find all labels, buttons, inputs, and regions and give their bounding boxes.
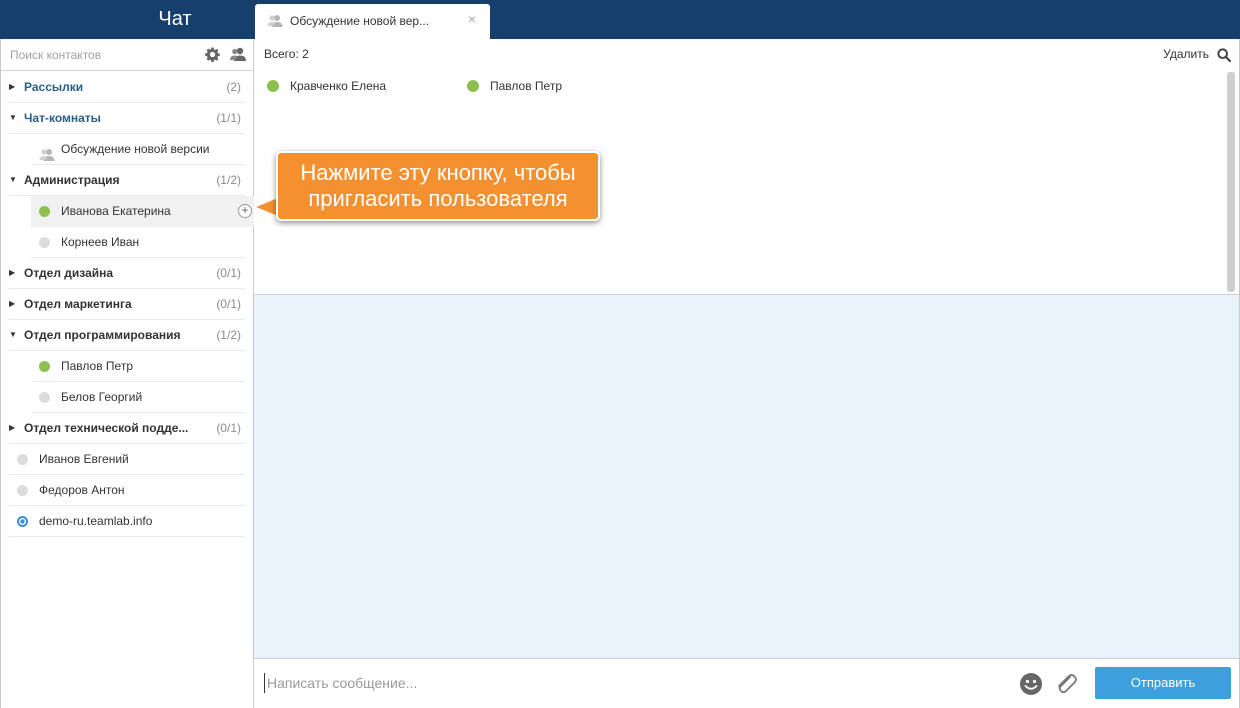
group-name: Отдел маркетинга (24, 297, 132, 311)
group-count: (0/1) (216, 297, 241, 311)
contact-item[interactable]: Федоров Антон (9, 475, 245, 506)
group-count: (1/2) (216, 328, 241, 342)
group-programming[interactable]: ▼ Отдел программирования (1/2) (9, 320, 245, 351)
contact-name: demo-ru.teamlab.info (39, 514, 153, 528)
group-count: (0/1) (216, 421, 241, 435)
online-status-icon (267, 80, 279, 92)
online-status-icon (39, 361, 50, 372)
smiley-icon[interactable] (1019, 672, 1043, 699)
online-status-icon (39, 206, 50, 217)
people-icon (267, 14, 283, 30)
members-total: Всего: 2 (264, 47, 309, 61)
caret-down-icon: ▼ (9, 113, 17, 122)
online-status-icon (467, 80, 479, 92)
group-administration[interactable]: ▼ Администрация (1/2) (9, 165, 245, 196)
contacts-sidebar: ▶ Рассылки (2) ▼ Чат-комнаты (1/1) Обсуж… (0, 39, 255, 708)
contact-name: Корнеев Иван (61, 235, 140, 249)
contact-item[interactable]: Иванова Екатерина (31, 196, 255, 227)
message-composer: Отправить (254, 658, 1239, 708)
caret-right-icon: ▶ (9, 268, 16, 277)
offline-status-icon (39, 237, 50, 248)
group-count: (1/1) (216, 111, 241, 125)
group-name: Рассылки (24, 80, 84, 94)
self-contact-item[interactable]: demo-ru.teamlab.info (9, 506, 245, 537)
send-button[interactable]: Отправить (1095, 667, 1231, 699)
contact-name: Белов Георгий (61, 390, 143, 404)
group-chatrooms[interactable]: ▼ Чат-комнаты (1/1) (9, 103, 245, 134)
callout-line: пригласить пользователя (308, 186, 568, 211)
contact-item[interactable]: Иванов Евгений (9, 444, 245, 475)
message-input[interactable] (264, 673, 964, 693)
caret-right-icon: ▶ (9, 82, 16, 91)
self-status-icon (17, 516, 28, 527)
group-name: Чат-комнаты (24, 111, 101, 125)
chat-main: Всего: 2 Удалить Кравченко Елена Павлов … (254, 39, 1240, 708)
paperclip-icon[interactable] (1053, 671, 1079, 700)
chatroom-item[interactable]: Обсуждение новой версии (31, 134, 245, 165)
caret-down-icon: ▼ (9, 175, 17, 184)
group-design[interactable]: ▶ Отдел дизайна (0/1) (9, 258, 245, 289)
member-name: Павлов Петр (490, 79, 562, 93)
chatroom-name: Обсуждение новой версии (61, 142, 210, 156)
callout-pointer (256, 198, 278, 216)
group-marketing[interactable]: ▶ Отдел маркетинга (0/1) (9, 289, 245, 320)
group-count: (1/2) (216, 173, 241, 187)
callout-line: Нажмите эту кнопку, чтобы (300, 160, 576, 185)
invite-hint-callout: Нажмите эту кнопку, чтобы пригласить пол… (276, 151, 600, 221)
contact-name: Иванова Екатерина (61, 204, 171, 218)
add-contacts-icon[interactable] (230, 47, 246, 64)
tab-chat-room[interactable]: Обсуждение новой вер... × (255, 4, 490, 39)
contact-search-input[interactable] (10, 46, 190, 64)
offline-status-icon (17, 454, 28, 465)
group-name: Администрация (24, 173, 120, 187)
group-count: (2) (226, 80, 241, 94)
close-icon[interactable]: × (468, 11, 476, 27)
contact-name: Федоров Антон (39, 483, 125, 497)
gear-icon[interactable] (205, 47, 220, 65)
group-support[interactable]: ▶ Отдел технической подде... (0/1) (9, 413, 245, 444)
delete-button[interactable]: Удалить (1163, 47, 1209, 61)
contact-item[interactable]: Белов Георгий (31, 382, 245, 413)
contact-item[interactable]: Павлов Петр (31, 351, 245, 382)
caret-right-icon: ▶ (9, 423, 16, 432)
tab-label: Обсуждение новой вер... (290, 14, 430, 28)
contact-search-bar (1, 39, 254, 71)
group-name: Отдел дизайна (24, 266, 114, 280)
group-name: Отдел программирования (24, 328, 181, 342)
contact-name: Иванов Евгений (39, 452, 129, 466)
contact-item[interactable]: Корнеев Иван (31, 227, 245, 258)
group-mailings[interactable]: ▶ Рассылки (2) (9, 72, 245, 103)
search-icon[interactable] (1217, 48, 1232, 65)
message-history (254, 295, 1239, 658)
offline-status-icon (17, 485, 28, 496)
contact-name: Павлов Петр (61, 359, 133, 373)
top-bar: Чат Обсуждение новой вер... × (0, 0, 1240, 39)
members-scrollbar[interactable] (1227, 72, 1235, 292)
member-name: Кравченко Елена (290, 79, 387, 93)
caret-right-icon: ▶ (9, 299, 16, 308)
group-name: Отдел технической подде... (24, 421, 189, 435)
invite-user-button[interactable]: + (238, 204, 252, 218)
caret-down-icon: ▼ (9, 330, 17, 339)
offline-status-icon (39, 392, 50, 403)
group-count: (0/1) (216, 266, 241, 280)
